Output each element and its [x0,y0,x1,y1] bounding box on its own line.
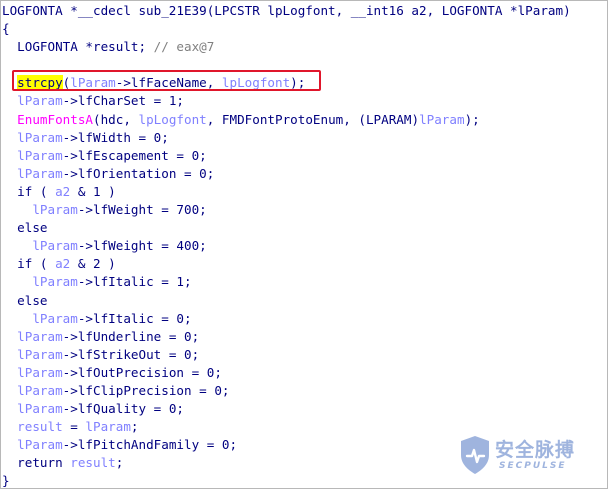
stmt-rest: ->lfPitchAndFamily = 0; [62,437,238,453]
else-keyword: else [17,292,48,308]
code-line-open-brace[interactable]: { [2,20,606,38]
highlight-box [12,70,321,91]
var-lparam[interactable]: lParam [32,274,78,289]
code-line-weight400[interactable]: lParam->lfWeight = 400; [2,237,606,255]
enum-args-e: ); [464,111,480,127]
shield-icon [461,436,489,474]
code-line-if2[interactable]: if ( a2 & 2 ) [2,255,606,273]
var-lparam[interactable]: lParam [17,401,63,416]
if-cond: & 2 ) [70,256,116,272]
code-line-else2[interactable]: else [2,292,606,310]
code-line-italic1[interactable]: lParam->lfItalic = 1; [2,273,606,291]
stmt-rest: ->lfItalic = 1; [77,274,192,290]
code-line-if1[interactable]: if ( a2 & 1 ) [2,183,606,201]
else-keyword: else [17,220,48,236]
code-line-else1[interactable]: else [2,219,606,237]
stmt-rest: ->lfOrientation = 0; [62,165,215,181]
if-cond: & 1 ) [70,183,116,199]
code-line-orientation[interactable]: lParam->lfOrientation = 0; [2,165,606,183]
var-lparam[interactable]: lParam [32,238,78,253]
var-lparam[interactable]: lParam [17,166,63,181]
code-line-underline[interactable]: lParam->lfUnderline = 0; [2,328,606,346]
enum-args-a: (hdc, [93,111,139,127]
code-viewer: LOGFONTA *__cdecl sub_21E39(LPCSTR lpLog… [0,0,608,489]
code-line-width[interactable]: lParam->lfWidth = 0; [2,129,606,147]
var-lparam[interactable]: lParam [17,130,63,145]
stmt-rest: ->lfUnderline = 0; [62,328,200,344]
stmt-rest: ->lfEscapement = 0; [62,147,207,163]
var-a2[interactable]: a2 [55,184,70,199]
var-lparam[interactable]: lParam [17,347,63,362]
stmt-end: ; [130,419,139,435]
code-line-strikeout[interactable]: lParam->lfStrikeOut = 0; [2,346,606,364]
decl-comment: // eax@7 [146,39,215,55]
stmt-rest: ->lfCharSet = 1; [62,93,184,109]
assign-op: = [62,419,86,435]
stmt-end: ; [115,455,124,471]
secpulse-watermark: 安全脉搏 SECPULSE [459,433,599,479]
enumfonts-call[interactable]: EnumFontsA [17,112,93,127]
var-lparam[interactable]: lParam [17,383,63,398]
var-lparam[interactable]: lParam [85,419,131,434]
var-lparam[interactable]: lParam [17,148,63,163]
code-line-italic0[interactable]: lParam->lfItalic = 0; [2,310,606,328]
var-result[interactable]: result [70,455,116,470]
var-lparam[interactable]: lParam [32,202,78,217]
function-signature: LOGFONTA *__cdecl sub_21E39(LPCSTR lpLog… [2,3,571,18]
code-line-escapement[interactable]: lParam->lfEscapement = 0; [2,147,606,165]
enum-args-c: , FMDFontProtoEnum, (LPARAM) [206,111,420,127]
code-line-charset[interactable]: lParam->lfCharSet = 1; [2,92,606,110]
stmt-rest: ->lfQuality = 0; [62,401,184,417]
var-lparam[interactable]: lParam [17,365,63,380]
code-line-weight700[interactable]: lParam->lfWeight = 700; [2,201,606,219]
var-lparam[interactable]: lParam [32,311,78,326]
watermark-cn: 安全脉搏 [495,439,576,461]
stmt-rest: ->lfClipPrecision = 0; [62,382,230,398]
code-line-clipprecision[interactable]: lParam->lfClipPrecision = 0; [2,382,606,400]
watermark-en: SECPULSE [499,461,567,471]
code-line-outprecision[interactable]: lParam->lfOutPrecision = 0; [2,364,606,382]
code-line-decl[interactable]: LOGFONTA *result; // eax@7 [2,38,606,56]
return-keyword: return [17,455,71,471]
decl-var: result [93,39,139,55]
decl-semi: ; [138,39,147,55]
stmt-rest: ->lfStrikeOut = 0; [62,346,200,362]
stmt-rest: ->lfWeight = 400; [77,238,207,254]
stmt-rest: ->lfWeight = 700; [77,202,207,218]
var-lparam[interactable]: lParam [17,329,63,344]
if-keyword: if ( [17,256,56,272]
open-brace: { [2,21,10,37]
var-result[interactable]: result [17,419,63,434]
stmt-rest: ->lfItalic = 0; [77,310,192,326]
var-a2[interactable]: a2 [55,256,70,271]
var-lparam[interactable]: lParam [17,437,63,452]
var-lparam[interactable]: lParam [419,112,465,127]
code-line-quality[interactable]: lParam->lfQuality = 0; [2,400,606,418]
var-lplogfont[interactable]: lpLogfont [139,112,207,127]
code-line-signature[interactable]: LOGFONTA *__cdecl sub_21E39(LPCSTR lpLog… [2,2,606,20]
code-line-enumfonts[interactable]: EnumFontsA(hdc, lpLogfont, FMDFontProtoE… [2,111,606,129]
if-keyword: if ( [17,183,56,199]
close-brace: } [2,473,10,489]
stmt-rest: ->lfOutPrecision = 0; [62,364,222,380]
var-lparam[interactable]: lParam [17,93,63,108]
decl-type: LOGFONTA * [17,39,93,55]
stmt-rest: ->lfWidth = 0; [62,129,169,145]
